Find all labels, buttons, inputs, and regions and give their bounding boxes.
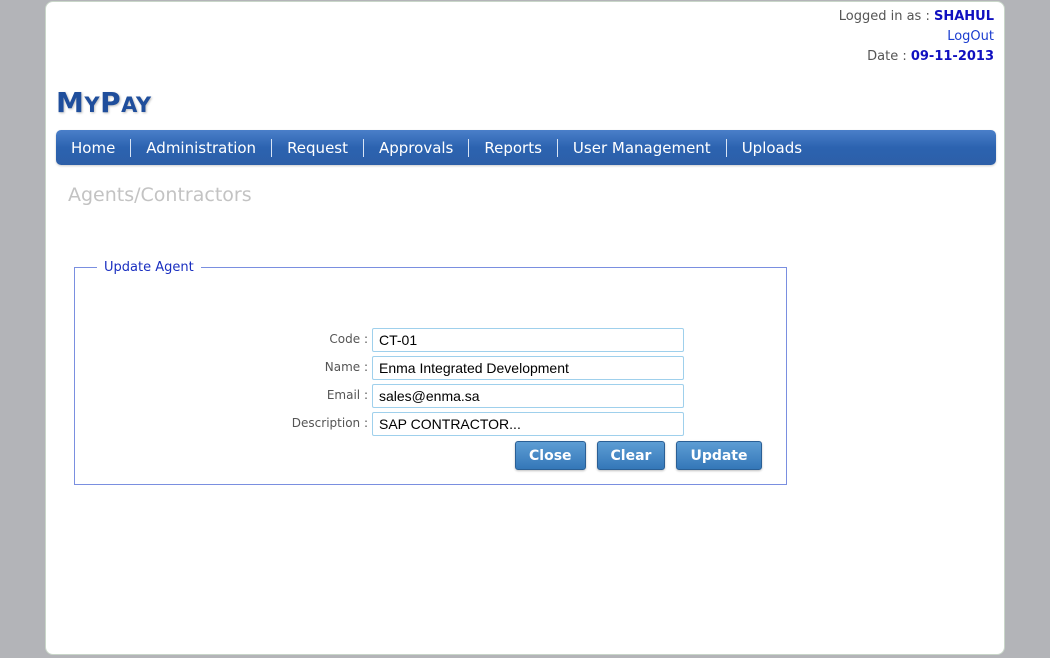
nav-administration[interactable]: Administration — [131, 138, 273, 157]
description-input[interactable] — [372, 412, 684, 436]
current-date: 09-11-2013 — [910, 49, 994, 64]
logout-link[interactable]: LogOut — [947, 29, 994, 44]
name-input[interactable] — [372, 356, 684, 380]
user-info: Logged in as : SHAHUL LogOut Date : 09-1… — [839, 7, 994, 67]
logged-in-label: Logged in as : — [838, 9, 934, 24]
nav-reports[interactable]: Reports — [469, 138, 558, 157]
code-row: Code : — [75, 328, 786, 352]
close-button[interactable]: Close — [515, 441, 586, 470]
update-agent-form: Update Agent Code : Name : Email : Descr… — [74, 260, 787, 485]
name-label: Name : — [324, 360, 368, 374]
nav-approvals[interactable]: Approvals — [364, 138, 470, 157]
username: SHAHUL — [933, 9, 994, 24]
main-nav: Home Administration Request Approvals Re… — [56, 130, 996, 165]
nav-request[interactable]: Request — [272, 138, 364, 157]
logged-in-line: Logged in as : SHAHUL — [839, 7, 994, 27]
page-title: Agents/Contractors — [68, 184, 252, 206]
description-row: Description : — [75, 412, 786, 436]
email-label: Email : — [326, 388, 368, 402]
code-label: Code : — [329, 332, 368, 346]
nav-user-management[interactable]: User Management — [558, 138, 727, 157]
app-logo: MYPAY — [56, 86, 152, 119]
code-input[interactable] — [372, 328, 684, 352]
page-container: Logged in as : SHAHUL LogOut Date : 09-1… — [45, 1, 1005, 655]
nav-home[interactable]: Home — [56, 138, 132, 157]
update-button[interactable]: Update — [676, 441, 762, 470]
form-buttons: Close Clear Update — [515, 441, 762, 470]
date-label: Date : — [867, 49, 911, 64]
description-label: Description : — [291, 416, 368, 430]
name-row: Name : — [75, 356, 786, 380]
date-line: Date : 09-11-2013 — [839, 47, 994, 67]
clear-button[interactable]: Clear — [596, 441, 666, 470]
form-legend: Update Agent — [104, 260, 194, 275]
email-row: Email : — [75, 384, 786, 408]
nav-uploads[interactable]: Uploads — [727, 139, 817, 157]
email-input[interactable] — [372, 384, 684, 408]
